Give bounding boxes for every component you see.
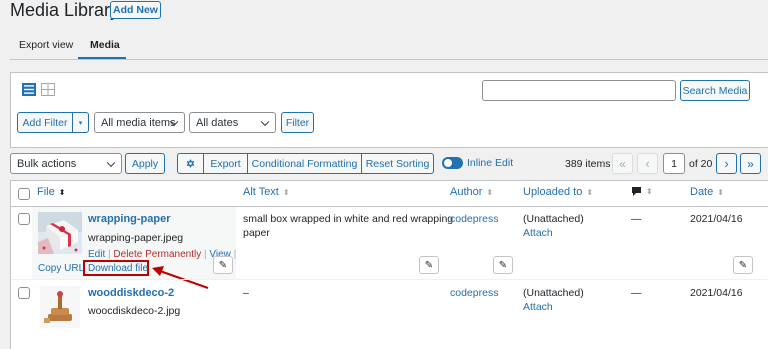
add-filter-button[interactable]: Add Filter [17, 112, 73, 133]
wooddiskdeco-thumbnail[interactable] [40, 286, 80, 328]
edit-date-button[interactable]: ✎ [733, 256, 753, 274]
alt-text-line-2: paper [243, 227, 270, 239]
prev-page-button: ‹ [637, 153, 658, 174]
search-media-button[interactable]: Search Media [680, 80, 750, 101]
items-count: 389 items [565, 158, 611, 170]
alt-text-empty: – [243, 287, 249, 299]
column-comments[interactable]: ⬍ [631, 186, 653, 197]
uploaded-to: (Unattached) [523, 213, 584, 225]
pencil-icon: ✎ [218, 259, 228, 271]
sort-icon: ⬍ [486, 187, 494, 197]
sort-icon: ⬍ [58, 187, 66, 197]
toggle-knob [444, 159, 452, 167]
page-number-input[interactable]: 1 [663, 153, 685, 174]
tab-export-view[interactable]: Export view [19, 39, 73, 51]
last-page-button[interactable]: » [740, 153, 761, 174]
dates-select[interactable]: All dates [189, 112, 276, 133]
add-new-button[interactable]: Add New [110, 1, 161, 19]
row-checkbox[interactable] [18, 213, 30, 225]
column-date[interactable]: Date ⬍ [690, 186, 724, 198]
apply-button[interactable]: Apply [125, 153, 165, 174]
media-type-select[interactable]: All media items [94, 112, 185, 133]
column-alt-text[interactable]: Alt Text ⬍ [243, 186, 290, 198]
attach-link[interactable]: Attach [523, 301, 553, 313]
filter-button[interactable]: Filter [281, 112, 314, 133]
chevron-down-icon [106, 158, 116, 167]
date-value: 2021/04/16 [690, 287, 743, 299]
page-title: Media Library [10, 0, 120, 20]
author-link[interactable]: codepress [450, 287, 498, 299]
inline-edit-toggle[interactable] [442, 157, 463, 169]
select-all-checkbox[interactable] [18, 188, 30, 200]
tab-media[interactable]: Media [90, 39, 120, 51]
copy-url-link[interactable]: Copy URL [38, 263, 84, 274]
edit-link[interactable]: Edit [88, 249, 105, 260]
sort-icon: ⬍ [282, 187, 290, 197]
sort-icon: ⬍ [586, 187, 594, 197]
column-uploaded-to[interactable]: Uploaded to ⬍ [523, 186, 593, 198]
settings-gear-button[interactable] [177, 153, 204, 174]
bulk-actions-select[interactable]: Bulk actions [10, 153, 122, 174]
row-title-link[interactable]: wooddiskdeco-2 [88, 287, 174, 299]
add-filter-dropdown[interactable]: ▾ [72, 112, 89, 133]
export-button[interactable]: Export [203, 153, 248, 174]
date-value: 2021/04/16 [690, 213, 743, 225]
column-file[interactable]: File ⬍ [37, 186, 65, 198]
uploaded-to: (Unattached) [523, 287, 584, 299]
attach-link[interactable]: Attach [523, 227, 553, 239]
column-author[interactable]: Author ⬍ [450, 186, 493, 198]
next-page-button[interactable]: › [716, 153, 737, 174]
grid-view-icon[interactable] [41, 83, 55, 96]
comments-count: — [631, 213, 642, 225]
pencil-icon: ✎ [424, 259, 434, 271]
pencil-icon: ✎ [738, 259, 748, 271]
comments-count: — [631, 287, 642, 299]
row-filename: wrapping-paper.jpeg [88, 232, 184, 244]
row-checkbox[interactable] [18, 287, 30, 299]
author-link[interactable]: codepress [450, 213, 498, 225]
first-page-button: « [612, 153, 633, 174]
row-filename: woocdiskdeco-2.jpg [88, 305, 181, 317]
list-view-icon[interactable] [22, 83, 36, 96]
pencil-icon: ✎ [498, 259, 508, 271]
inline-edit-label: Inline Edit [467, 157, 514, 169]
sort-icon: ⬍ [646, 187, 653, 196]
download-file-link[interactable]: Download file [88, 263, 148, 274]
alt-text-line-1: small box wrapped in white and red wrapp… [243, 213, 454, 225]
page-total: of 20 [689, 158, 713, 170]
delete-permanently-link[interactable]: Delete Permanently [113, 249, 201, 260]
edit-alt-text-button[interactable]: ✎ [419, 256, 439, 274]
conditional-formatting-button[interactable]: Conditional Formatting [247, 153, 362, 174]
chevron-down-icon [260, 117, 270, 126]
row-title-link[interactable]: wrapping-paper [88, 213, 171, 225]
sort-icon: ⬍ [717, 187, 724, 197]
reset-sorting-button[interactable]: Reset Sorting [361, 153, 434, 174]
tabs-divider [10, 59, 768, 60]
edit-author-button[interactable]: ✎ [493, 256, 513, 274]
wrapping-paper-thumbnail[interactable] [38, 212, 82, 254]
caret-down-icon: ▾ [78, 119, 83, 127]
search-input[interactable] [482, 80, 676, 101]
comment-bubble-icon [632, 187, 641, 196]
row-divider [11, 279, 768, 280]
gear-icon [186, 159, 195, 168]
